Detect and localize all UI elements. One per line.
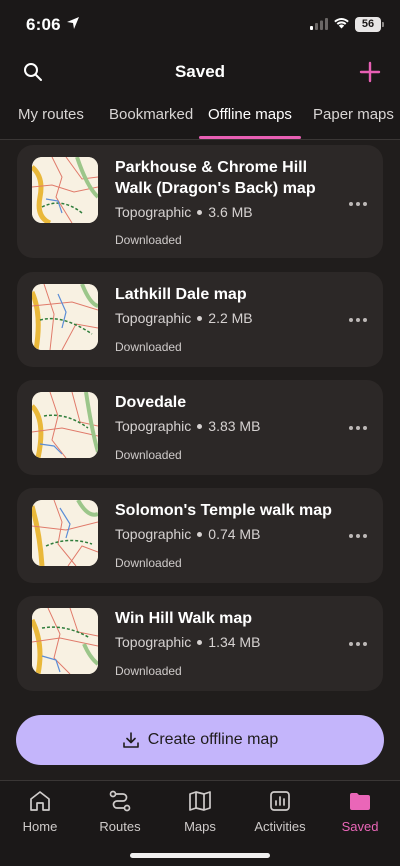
nav-activities[interactable]: Activities xyxy=(240,789,320,834)
location-arrow-icon xyxy=(67,17,79,29)
nav-activities-label: Activities xyxy=(254,819,306,834)
list-item[interactable]: Parkhouse & Chrome Hill Walk (Dragon's B… xyxy=(17,145,383,258)
cellular-signal-icon xyxy=(310,18,328,30)
tab-paper-maps[interactable]: Paper maps xyxy=(313,106,394,123)
tab-bookmarked[interactable]: Bookmarked xyxy=(109,106,193,123)
map-thumbnail xyxy=(32,284,98,350)
create-offline-map-button[interactable]: Create offline map xyxy=(16,715,384,765)
map-status: Downloaded xyxy=(115,664,182,678)
map-status: Downloaded xyxy=(115,556,182,570)
map-title: Win Hill Walk map xyxy=(115,610,253,627)
list-item[interactable]: Lathkill Dale map Topographic 2.2 MB Down… xyxy=(17,272,383,367)
list-item[interactable]: Dovedale Topographic 3.83 MB Downloaded xyxy=(17,380,383,475)
bottom-nav: Home Routes Maps Activities Saved xyxy=(0,780,400,866)
download-icon xyxy=(122,732,139,748)
map-title: Dovedale xyxy=(115,394,187,411)
nav-routes[interactable]: Routes xyxy=(80,789,160,834)
activities-icon xyxy=(270,791,290,811)
map-size: 1.34 MB xyxy=(208,634,261,650)
folder-icon xyxy=(350,793,370,810)
more-options-icon[interactable] xyxy=(349,533,367,539)
more-options-icon[interactable] xyxy=(349,641,367,647)
page-title: Saved xyxy=(174,62,226,81)
map-meta: Topographic 0.74 MB xyxy=(115,526,260,542)
nav-maps[interactable]: Maps xyxy=(160,789,240,834)
map-size: 3.6 MB xyxy=(208,204,253,220)
app-header: Saved My routes Bookmarked Offline maps … xyxy=(0,50,400,140)
nav-routes-label: Routes xyxy=(99,819,141,834)
more-options-icon[interactable] xyxy=(349,317,367,323)
map-thumbnail xyxy=(32,392,98,458)
map-size: 3.83 MB xyxy=(208,418,261,434)
tab-offline-maps[interactable]: Offline maps xyxy=(208,106,292,123)
create-offline-map-label: Create offline map xyxy=(147,731,279,748)
more-options-icon[interactable] xyxy=(349,201,367,207)
map-title: Lathkill Dale map xyxy=(115,286,247,303)
map-type: Topographic xyxy=(115,204,192,220)
map-thumbnail xyxy=(32,157,98,223)
nav-saved[interactable]: Saved xyxy=(320,789,400,834)
map-size: 0.74 MB xyxy=(208,526,261,542)
cta-area: Create offline map xyxy=(0,700,400,780)
map-status: Downloaded xyxy=(115,448,182,462)
map-icon xyxy=(189,791,211,811)
home-indicator xyxy=(130,853,270,858)
status-bar: 6:06 56 xyxy=(0,0,400,50)
map-thumbnail xyxy=(32,608,98,674)
tab-my-routes[interactable]: My routes xyxy=(18,106,84,123)
more-options-icon[interactable] xyxy=(349,425,367,431)
battery-indicator: 56 xyxy=(355,17,384,32)
map-thumbnail xyxy=(32,500,98,566)
map-status: Downloaded xyxy=(115,233,182,247)
nav-home[interactable]: Home xyxy=(0,789,80,834)
add-icon[interactable] xyxy=(358,60,382,84)
map-type: Topographic xyxy=(115,418,192,434)
map-title: Solomon's Temple walk map xyxy=(115,502,332,519)
map-meta: Topographic 3.6 MB xyxy=(115,204,253,220)
map-status: Downloaded xyxy=(115,340,182,354)
map-title: Parkhouse & Chrome Hill Walk (Dragon's B… xyxy=(115,159,316,197)
home-icon xyxy=(30,791,50,811)
map-meta: Topographic 1.34 MB xyxy=(115,634,260,650)
routes-icon xyxy=(109,790,131,812)
nav-maps-label: Maps xyxy=(184,819,216,834)
map-type: Topographic xyxy=(115,310,192,326)
map-meta: Topographic 2.2 MB xyxy=(115,310,253,326)
map-type: Topographic xyxy=(115,526,192,542)
saved-tabs: My routes Bookmarked Offline maps Paper … xyxy=(0,100,400,140)
nav-saved-label: Saved xyxy=(341,819,379,834)
wifi-icon xyxy=(334,18,349,29)
active-tab-indicator xyxy=(199,136,301,139)
status-time: 6:06 xyxy=(26,15,61,34)
list-item[interactable]: Win Hill Walk map Topographic 1.34 MB Dow… xyxy=(17,596,383,691)
map-type: Topographic xyxy=(115,634,192,650)
map-meta: Topographic 3.83 MB xyxy=(115,418,260,434)
map-size: 2.2 MB xyxy=(208,310,253,326)
nav-home-label: Home xyxy=(22,819,58,834)
list-item[interactable]: Solomon's Temple walk map Topographic 0.7… xyxy=(17,488,383,583)
offline-maps-list: Parkhouse & Chrome Hill Walk (Dragon's B… xyxy=(0,140,400,700)
